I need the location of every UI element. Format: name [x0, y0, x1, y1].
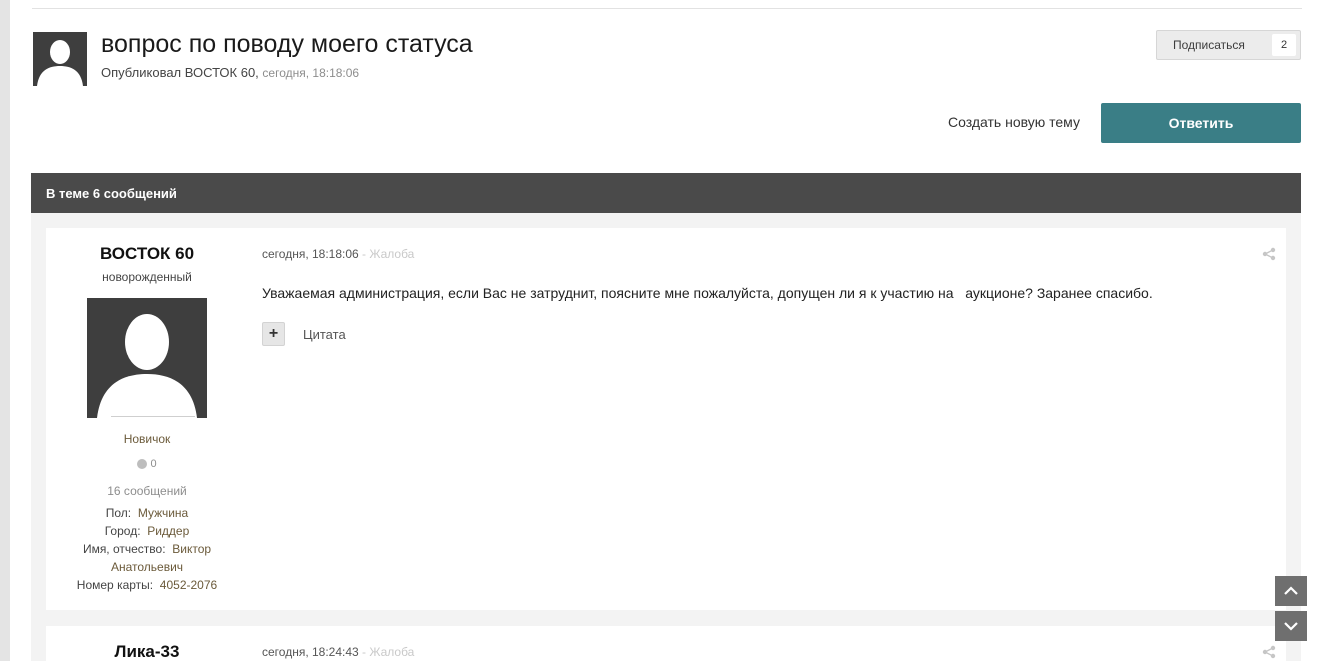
- field-value: Риддер: [147, 524, 190, 538]
- post-author-name[interactable]: ВОСТОК 60: [46, 244, 248, 264]
- multiquote-button[interactable]: +: [262, 322, 285, 346]
- topic-author-link[interactable]: Опубликовал ВОСТОК 60,: [101, 65, 262, 80]
- divider: [32, 8, 1302, 9]
- page-title: вопрос по поводу моего статуса: [101, 30, 473, 58]
- post: ВОСТОК 60 новорожденный Новичок 0 16 соо…: [46, 228, 1286, 610]
- follow-button[interactable]: Подписаться 2: [1156, 30, 1301, 60]
- chevron-down-icon: [1284, 622, 1298, 631]
- field-value: 4052-2076: [159, 578, 218, 592]
- post: Лика-33 сегодня, 18:24:43 - Жалоба: [46, 626, 1286, 661]
- report-link[interactable]: - Жалоба: [359, 247, 414, 261]
- topic-meta: Опубликовал ВОСТОК 60, сегодня, 18:18:06: [101, 65, 359, 80]
- quote-button[interactable]: Цитата: [303, 327, 346, 342]
- post-content: Уважаемая администрация, если Вас не зат…: [262, 285, 1153, 301]
- post-author-title: новорожденный: [102, 270, 192, 284]
- reputation-dot-icon: [137, 459, 148, 469]
- follower-count-badge: 2: [1272, 34, 1296, 56]
- profile-field-city: Город: Риддер: [46, 522, 248, 540]
- profile-field-card: Номер карты: 4052-2076: [46, 576, 248, 594]
- posts-count-title: В теме 6 сообщений: [46, 185, 177, 201]
- post-date: сегодня, 18:18:06 - Жалоба: [262, 247, 414, 261]
- member-rank: Новичок: [123, 432, 171, 446]
- create-topic-link[interactable]: Создать новую тему: [948, 114, 1080, 130]
- reply-button[interactable]: Ответить: [1101, 103, 1301, 143]
- post-timestamp[interactable]: сегодня, 18:24:43: [262, 645, 359, 659]
- topic-time: сегодня, 18:18:06: [262, 66, 360, 80]
- field-label: Номер карты:: [76, 578, 154, 592]
- author-post-count[interactable]: 16 сообщений: [46, 484, 248, 498]
- follow-label: Подписаться: [1173, 38, 1245, 52]
- field-label: Имя, отчество:: [82, 542, 166, 556]
- post-author-avatar[interactable]: [87, 298, 207, 418]
- profile-field-name: Имя, отчество: Виктор Анатольевич: [46, 540, 248, 576]
- field-label: Пол:: [105, 506, 132, 520]
- share-icon[interactable]: [1262, 247, 1276, 261]
- post-author-name[interactable]: Лика-33: [46, 642, 248, 661]
- topic-author-avatar[interactable]: [33, 32, 87, 86]
- posts-section-header: В теме 6 сообщений: [31, 173, 1301, 213]
- post-timestamp[interactable]: сегодня, 18:18:06: [262, 247, 359, 261]
- avatar-silhouette-icon: [87, 298, 207, 418]
- field-label: Город:: [104, 524, 141, 538]
- left-gutter: [0, 0, 10, 661]
- field-value: Мужчина: [137, 506, 189, 520]
- post-date: сегодня, 18:24:43 - Жалоба: [262, 645, 414, 659]
- report-link[interactable]: - Жалоба: [359, 645, 414, 659]
- scroll-to-top-button[interactable]: [1275, 576, 1307, 606]
- reputation: 0: [46, 458, 248, 470]
- topic-page: вопрос по поводу моего статуса Опубликов…: [10, 0, 1321, 661]
- profile-field-gender: Пол: Мужчина: [46, 504, 248, 522]
- scroll-to-bottom-button[interactable]: [1275, 611, 1307, 641]
- avatar-silhouette-icon: [33, 32, 87, 86]
- share-icon[interactable]: [1262, 645, 1276, 659]
- reputation-value: 0: [150, 458, 157, 470]
- chevron-up-icon: [1284, 586, 1298, 595]
